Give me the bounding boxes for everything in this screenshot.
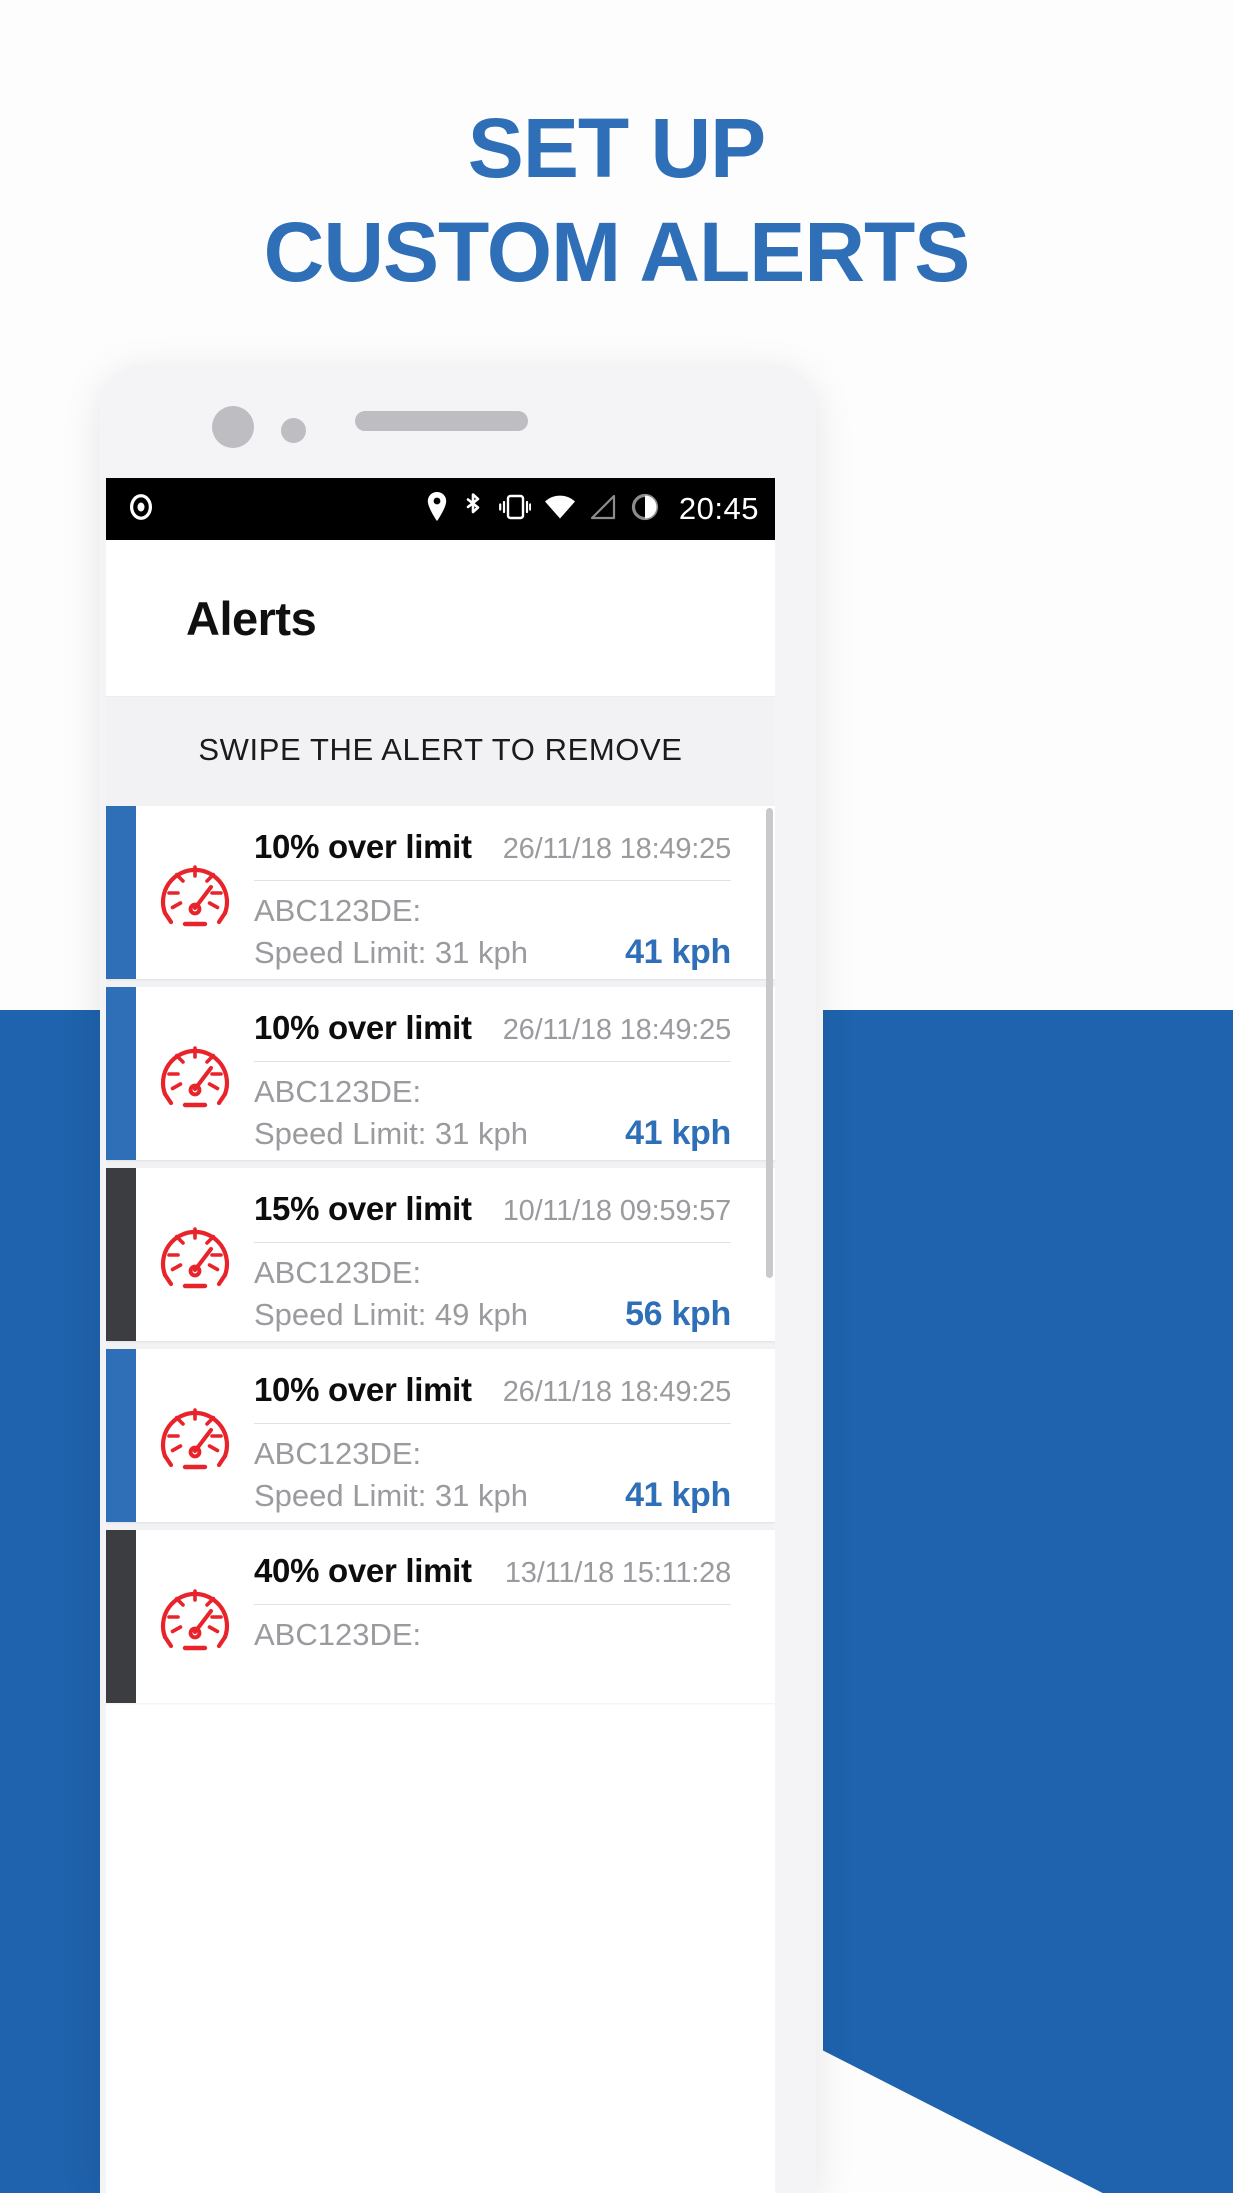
alert-header-row: 10% over limit 26/11/18 18:49:25 — [254, 1371, 731, 1424]
alert-timestamp: 26/11/18 18:49:25 — [502, 1014, 731, 1046]
phone-mockup: 20:45 Alerts SWIPE THE ALERT TO REMOVE 1… — [100, 365, 816, 2193]
record-dot-icon — [126, 492, 156, 527]
alert-vehicle-plate: ABC123DE: — [254, 1617, 422, 1652]
headline-line-1: SET UP — [467, 101, 766, 195]
alert-card-0[interactable]: 10% over limit 26/11/18 18:49:25 ABC123D… — [106, 806, 775, 979]
alert-footer-row — [254, 1653, 731, 1657]
swipe-hint-banner: SWIPE THE ALERT TO REMOVE — [106, 697, 775, 802]
alert-severity-bar — [106, 1349, 136, 1522]
alert-card-4[interactable]: 40% over limit 13/11/18 15:11:28 ABC123D… — [106, 1530, 775, 1703]
alert-recorded-speed: 41 kph — [625, 1114, 731, 1152]
alert-recorded-speed: 56 kph — [625, 1295, 731, 1333]
alert-title: 10% over limit — [254, 1371, 472, 1408]
alert-speed-limit: Speed Limit: 31 kph — [254, 1478, 529, 1513]
front-camera-icon — [212, 406, 254, 448]
status-bar-clock: 20:45 — [678, 491, 759, 526]
alert-footer-row: Speed Limit: 49 kph 56 kph — [254, 1291, 731, 1334]
alert-vehicle-plate: ABC123DE: — [254, 1074, 422, 1109]
status-bar-right: 20:45 — [425, 491, 759, 528]
alert-severity-bar — [106, 1168, 136, 1341]
battery-circle-icon — [630, 492, 660, 527]
app-bar: Alerts — [106, 540, 775, 697]
alert-timestamp: 26/11/18 18:49:25 — [502, 833, 731, 865]
alert-title: 10% over limit — [254, 828, 472, 865]
cellular-signal-icon — [589, 494, 617, 525]
alert-body: 10% over limit 26/11/18 18:49:25 ABC123D… — [254, 806, 775, 979]
bluetooth-icon — [462, 491, 484, 528]
alert-body: 40% over limit 13/11/18 15:11:28 ABC123D… — [254, 1530, 775, 1703]
alert-severity-bar — [106, 1530, 136, 1703]
alert-list[interactable]: 10% over limit 26/11/18 18:49:25 ABC123D… — [106, 802, 775, 1703]
alert-card-2[interactable]: 15% over limit 10/11/18 09:59:57 ABC123D… — [106, 1168, 775, 1341]
alert-footer-row: Speed Limit: 31 kph 41 kph — [254, 1472, 731, 1515]
wifi-icon — [544, 494, 576, 525]
alert-timestamp: 26/11/18 18:49:25 — [502, 1376, 731, 1408]
alert-severity-bar — [106, 987, 136, 1160]
alert-card-3[interactable]: 10% over limit 26/11/18 18:49:25 ABC123D… — [106, 1349, 775, 1522]
alert-speed-limit: Speed Limit: 49 kph — [254, 1297, 529, 1332]
alert-title: 10% over limit — [254, 1009, 472, 1046]
speedometer-icon — [136, 987, 254, 1160]
phone-screen: 20:45 Alerts SWIPE THE ALERT TO REMOVE 1… — [106, 478, 775, 2193]
alert-header-row: 40% over limit 13/11/18 15:11:28 — [254, 1552, 731, 1605]
alert-header-row: 10% over limit 26/11/18 18:49:25 — [254, 1009, 731, 1062]
alert-recorded-speed: 41 kph — [625, 933, 731, 971]
alert-title: 15% over limit — [254, 1190, 472, 1227]
status-bar-left — [126, 492, 156, 527]
alert-body: 10% over limit 26/11/18 18:49:25 ABC123D… — [254, 987, 775, 1160]
alert-card-1[interactable]: 10% over limit 26/11/18 18:49:25 ABC123D… — [106, 987, 775, 1160]
alert-vehicle-plate: ABC123DE: — [254, 1255, 422, 1290]
speedometer-icon — [136, 1168, 254, 1341]
alert-vehicle-plate: ABC123DE: — [254, 1436, 422, 1471]
headline-line-2: CUSTOM ALERTS — [263, 205, 971, 299]
alert-vehicle-plate: ABC123DE: — [254, 893, 422, 928]
app-bar-title: Alerts — [186, 591, 317, 645]
alert-recorded-speed: 41 kph — [625, 1476, 731, 1514]
alert-footer-row: Speed Limit: 31 kph 41 kph — [254, 929, 731, 972]
alert-header-row: 15% over limit 10/11/18 09:59:57 — [254, 1190, 731, 1243]
speedometer-icon — [136, 1349, 254, 1522]
alert-severity-bar — [106, 806, 136, 979]
vibrate-icon — [497, 492, 532, 527]
phone-top-bezel — [100, 365, 816, 478]
speedometer-icon — [136, 1530, 254, 1703]
earpiece-speaker — [355, 411, 528, 431]
alert-timestamp: 13/11/18 15:11:28 — [504, 1557, 731, 1589]
alert-header-row: 10% over limit 26/11/18 18:49:25 — [254, 828, 731, 881]
alert-speed-limit: Speed Limit: 31 kph — [254, 935, 529, 970]
scrollbar-thumb[interactable] — [766, 808, 773, 1278]
speedometer-icon — [136, 806, 254, 979]
swipe-hint-text: SWIPE THE ALERT TO REMOVE — [198, 731, 683, 767]
page-title: SET UP CUSTOM ALERTS — [0, 96, 1233, 304]
alert-speed-limit: Speed Limit: 31 kph — [254, 1116, 529, 1151]
alert-timestamp: 10/11/18 09:59:57 — [502, 1195, 731, 1227]
alert-title: 40% over limit — [254, 1552, 472, 1589]
sensor-icon — [281, 418, 306, 443]
status-bar: 20:45 — [106, 478, 775, 540]
location-pin-icon — [425, 491, 449, 528]
alert-body: 10% over limit 26/11/18 18:49:25 ABC123D… — [254, 1349, 775, 1522]
alert-footer-row: Speed Limit: 31 kph 41 kph — [254, 1110, 731, 1153]
alert-body: 15% over limit 10/11/18 09:59:57 ABC123D… — [254, 1168, 775, 1341]
